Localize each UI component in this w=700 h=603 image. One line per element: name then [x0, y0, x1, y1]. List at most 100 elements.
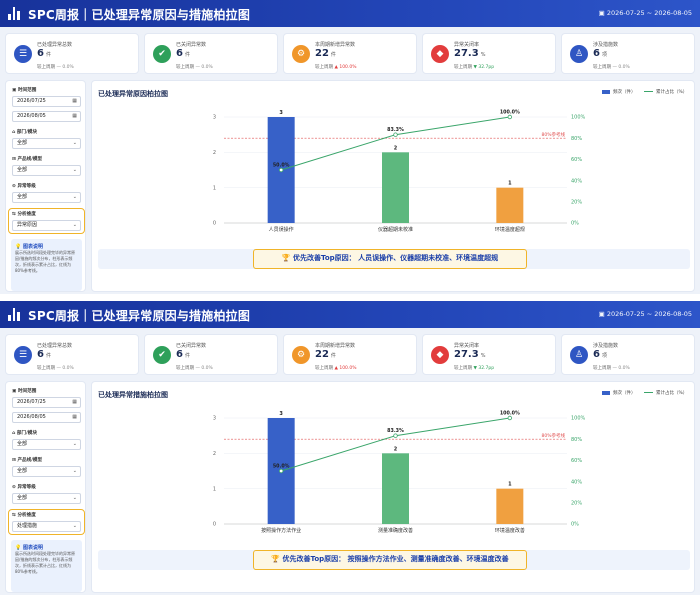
list-icon: ☰	[14, 45, 32, 63]
chevron-down-icon: ⌄	[72, 167, 77, 173]
product-line-label: ⊞ 产品线/模型	[12, 458, 43, 463]
bar	[382, 453, 409, 524]
bar-value-label: 3	[279, 110, 283, 116]
x-tick-label: 环境温度改善	[495, 527, 525, 534]
severity-label: ⊙ 异常等级	[12, 485, 36, 490]
filter-sidebar: ▣ 时间范围 2026/07/25 ▦ 2026/08/05 ▦ ⌂ 部门/模块 全…	[5, 80, 86, 292]
bar-value-label: 1	[508, 482, 512, 488]
kpi-label: 已关闭异常数	[176, 343, 207, 349]
cumulative-point	[507, 415, 513, 421]
y2-tick-label: 0%	[571, 522, 579, 528]
y-tick-label: 1	[213, 486, 216, 492]
page-title: SPC周报｜已处理异常原因与措施柏拉图	[28, 309, 251, 323]
pareto-panel: 已处理异常原因柏拉图 频次（件） 累计占比（%） 0 1 2 3 0% 20% 40% 60%…	[91, 80, 695, 292]
time-range-label: ▣ 时间范围	[12, 389, 37, 394]
severity-label: ⊙ 异常等级	[12, 184, 36, 189]
cumulative-label: 100.0%	[500, 110, 520, 116]
bar-value-label: 3	[279, 411, 283, 417]
kpi-compare: 较上周期 — 0.0%	[176, 366, 213, 371]
chart-note-body: 展示所选时间段处理完毕的异常原因/措施的频次分布，柱形表示频次，折线表示累计占比…	[15, 250, 75, 273]
chart-note: 💡 图表说明 展示所选时间段处理完毕的异常原因/措施的频次分布，柱形表示频次，折…	[11, 239, 82, 291]
cumulative-label: 83.3%	[387, 127, 404, 133]
chart-note: 💡 图表说明 展示所选时间段处理完毕的异常原因/措施的频次分布，柱形表示频次，折…	[11, 540, 82, 592]
x-tick-label: 仪器超期未校准	[378, 226, 413, 233]
start-date-input[interactable]: 2026/07/25 ▦	[12, 96, 81, 107]
analysis-dimension-label: ⇆ 分析维度	[12, 212, 36, 217]
chevron-down-icon: ⌄	[72, 468, 77, 474]
y2-tick-label: 0%	[571, 221, 579, 227]
flask-icon: ♙	[570, 45, 588, 63]
cumulative-point	[278, 468, 284, 474]
kpi-compare: 较上周期 ▲ 100.0%	[315, 65, 357, 70]
product-line-select[interactable]: 全部 ⌄	[12, 466, 81, 477]
top-causes-text: 🏆 优先改善Top原因： 按照操作方法作业、测量准确度改善、环境温度改善	[271, 555, 509, 563]
pareto-panel: 已处理异常措施柏拉图 频次（件） 累计占比（%） 0 1 2 3 0% 20% 40% 60%…	[91, 381, 695, 593]
y2-tick-label: 60%	[571, 157, 582, 163]
check-icon: ✔	[153, 45, 171, 63]
kpi-label: 已处理异常总数	[37, 343, 73, 349]
kpi-card: ☰ 已处理异常总数 6 件较上周期 — 0.0%	[5, 33, 139, 74]
dashboard-measure-view: SPC周报｜已处理异常原因与措施柏拉图 ▣ 2026-07-25 ~ 2026-…	[0, 301, 700, 595]
chevron-down-icon: ⌄	[72, 523, 77, 529]
chevron-down-icon: ⌄	[72, 495, 77, 501]
kpi-label: 涉及措施数	[593, 42, 619, 48]
y2-tick-label: 20%	[571, 501, 582, 507]
department-select[interactable]: 全部 ⌄	[12, 138, 81, 149]
department-select[interactable]: 全部 ⌄	[12, 439, 81, 450]
kpi-label: 异常关闭率	[454, 343, 480, 349]
cumulative-label: 50.0%	[273, 464, 290, 470]
kpi-label: 涉及措施数	[593, 343, 619, 349]
kpi-value: 6项	[593, 48, 607, 59]
chevron-down-icon: ⌄	[72, 194, 77, 200]
kpi-compare: 较上周期 — 0.0%	[37, 65, 74, 70]
severity-select[interactable]: 全部 ⌄	[12, 493, 81, 504]
severity-select[interactable]: 全部 ⌄	[12, 192, 81, 203]
top-causes-banner: 🏆 优先改善Top原因： 人员误操作、仪器超期未校准、环境温度超规	[253, 249, 527, 269]
y-tick-label: 1	[213, 185, 216, 191]
kpi-compare: 较上周期 — 0.0%	[593, 65, 630, 70]
pareto-chart: 0 1 2 3 0% 20% 40% 60% 80% 100% 80%参考线 3 人员误操作 2 仪器超期未…	[213, 110, 586, 234]
reference-label: 80%参考线	[541, 131, 565, 138]
y2-tick-label: 80%	[571, 136, 582, 142]
calendar-icon[interactable]: ▦	[72, 112, 77, 121]
calendar-icon[interactable]: ▦	[72, 398, 77, 407]
calendar-icon[interactable]: ▦	[72, 97, 77, 106]
kpi-label: 本周期新增异常数	[315, 42, 356, 48]
analysis-dimension-select[interactable]: 处理措施 ⌄	[12, 521, 81, 532]
diamond-icon: ◆	[431, 45, 449, 63]
kpi-compare: 较上周期 ▼ 32.7pp	[454, 366, 495, 371]
kpi-value: 6件	[176, 48, 190, 59]
end-date-input[interactable]: 2026/08/05 ▦	[12, 412, 81, 423]
calendar-icon[interactable]: ▦	[72, 413, 77, 422]
cumulative-label: 83.3%	[387, 428, 404, 434]
y-tick-label: 3	[213, 115, 216, 121]
bar-value-label: 2	[394, 446, 398, 452]
kpi-card: ♙ 涉及措施数 6 项较上周期 — 0.0%	[561, 334, 695, 375]
cumulative-label: 100.0%	[500, 411, 520, 417]
y2-tick-label: 80%	[571, 437, 582, 443]
y-tick-label: 3	[213, 416, 216, 422]
diamond-icon: ◆	[431, 346, 449, 364]
kpi-value: 6件	[176, 349, 190, 360]
y2-tick-label: 40%	[571, 178, 582, 184]
frame-separator	[0, 294, 700, 301]
cumulative-point	[507, 114, 513, 120]
bar-chart-logo-icon	[8, 308, 20, 321]
product-line-select[interactable]: 全部 ⌄	[12, 165, 81, 176]
y2-tick-label: 100%	[571, 115, 586, 121]
kpi-label: 已处理异常总数	[37, 42, 73, 48]
y-tick-label: 2	[213, 150, 216, 156]
product-line-label: ⊞ 产品线/模型	[12, 157, 43, 162]
bar	[496, 187, 524, 223]
analysis-dimension-select[interactable]: 异常原因 ⌄	[12, 220, 81, 231]
x-tick-label: 测量准确度改善	[378, 527, 413, 534]
report-date-range: ▣ 2026-07-25 ~ 2026-08-05	[598, 9, 692, 17]
pareto-chart: 0 1 2 3 0% 20% 40% 60% 80% 100% 80%参考线 3 按照操作方法作业 2 测量…	[213, 411, 586, 535]
end-date-input[interactable]: 2026/08/05 ▦	[12, 111, 81, 122]
start-date-input[interactable]: 2026/07/25 ▦	[12, 397, 81, 408]
top-causes-text: 🏆 优先改善Top原因： 人员误操作、仪器超期未校准、环境温度超规	[281, 254, 499, 262]
kpi-row: ☰ 已处理异常总数 6 件较上周期 — 0.0% ✔ 已关闭异常数 6 件较上周期 — 0.0…	[5, 334, 695, 375]
x-tick-label: 环境温度超规	[495, 226, 525, 233]
chevron-down-icon: ⌄	[72, 222, 77, 228]
bar-value-label: 2	[394, 145, 398, 151]
